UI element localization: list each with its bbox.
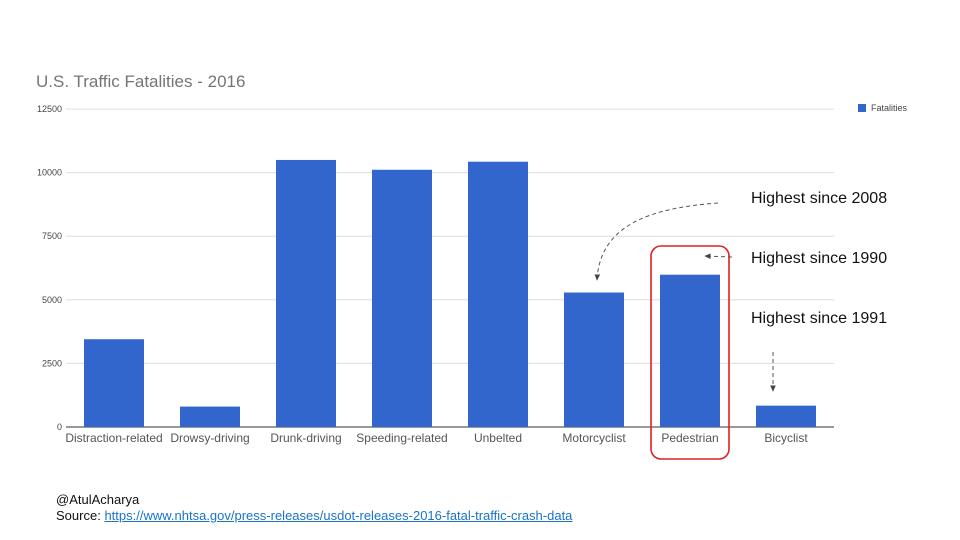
- slide: U.S. Traffic Fatalities - 2016 0 2500 5000…: [0, 0, 960, 540]
- bar: [564, 292, 624, 427]
- annotation-label: Highest since 2008: [751, 190, 887, 207]
- category-label: Motorcyclist: [562, 431, 626, 445]
- bar: [468, 161, 528, 428]
- bar: [180, 406, 240, 427]
- legend-label: Fatalities: [871, 103, 908, 113]
- bars: [84, 159, 816, 428]
- annotation-label: Highest since 1990: [751, 250, 887, 267]
- bar: [84, 339, 144, 427]
- bar: [660, 274, 720, 427]
- y-tick-label: 5000: [42, 295, 62, 305]
- y-tick-label: 10000: [37, 168, 62, 178]
- category-label: Drowsy-driving: [170, 431, 249, 445]
- category-label: Distraction-related: [65, 431, 162, 445]
- bar: [756, 405, 816, 427]
- annotation-labels: Highest since 2008 Highest since 1990 High…: [751, 190, 887, 327]
- y-tick-label: 2500: [42, 358, 62, 368]
- category-label: Bicyclist: [764, 431, 808, 445]
- motorcyclist-arrow: [594, 202, 719, 281]
- legend: Fatalities: [858, 103, 908, 113]
- footer: @AtulAcharya Source: https://www.nhtsa.g…: [56, 492, 572, 524]
- legend-swatch: [858, 104, 866, 112]
- category-label: Speeding-related: [356, 431, 447, 445]
- bar: [276, 159, 336, 428]
- source-link[interactable]: https://www.nhtsa.gov/press-releases/usd…: [104, 508, 572, 523]
- y-tick-label: 12500: [37, 104, 62, 114]
- source-line: Source: https://www.nhtsa.gov/press-rele…: [56, 508, 572, 524]
- annotation-label: Highest since 1991: [751, 310, 887, 327]
- x-axis-category-labels: Distraction-related Drowsy-driving Drunk-d…: [65, 431, 808, 445]
- y-tick-label: 0: [57, 422, 62, 432]
- bar-chart: U.S. Traffic Fatalities - 2016 0 2500 5000…: [36, 72, 908, 460]
- source-label: Source:: [56, 508, 101, 523]
- chart-title: U.S. Traffic Fatalities - 2016: [36, 72, 245, 91]
- category-label: Unbelted: [474, 431, 522, 445]
- author-handle: @AtulAcharya: [56, 492, 140, 507]
- y-axis-tick-labels: 0 2500 5000 7500 10000 12500: [37, 104, 62, 432]
- category-label: Drunk-driving: [270, 431, 341, 445]
- pedestrian-arrow: [704, 253, 733, 260]
- category-label: Pedestrian: [661, 431, 718, 445]
- bar: [372, 169, 432, 427]
- y-tick-label: 7500: [42, 231, 62, 241]
